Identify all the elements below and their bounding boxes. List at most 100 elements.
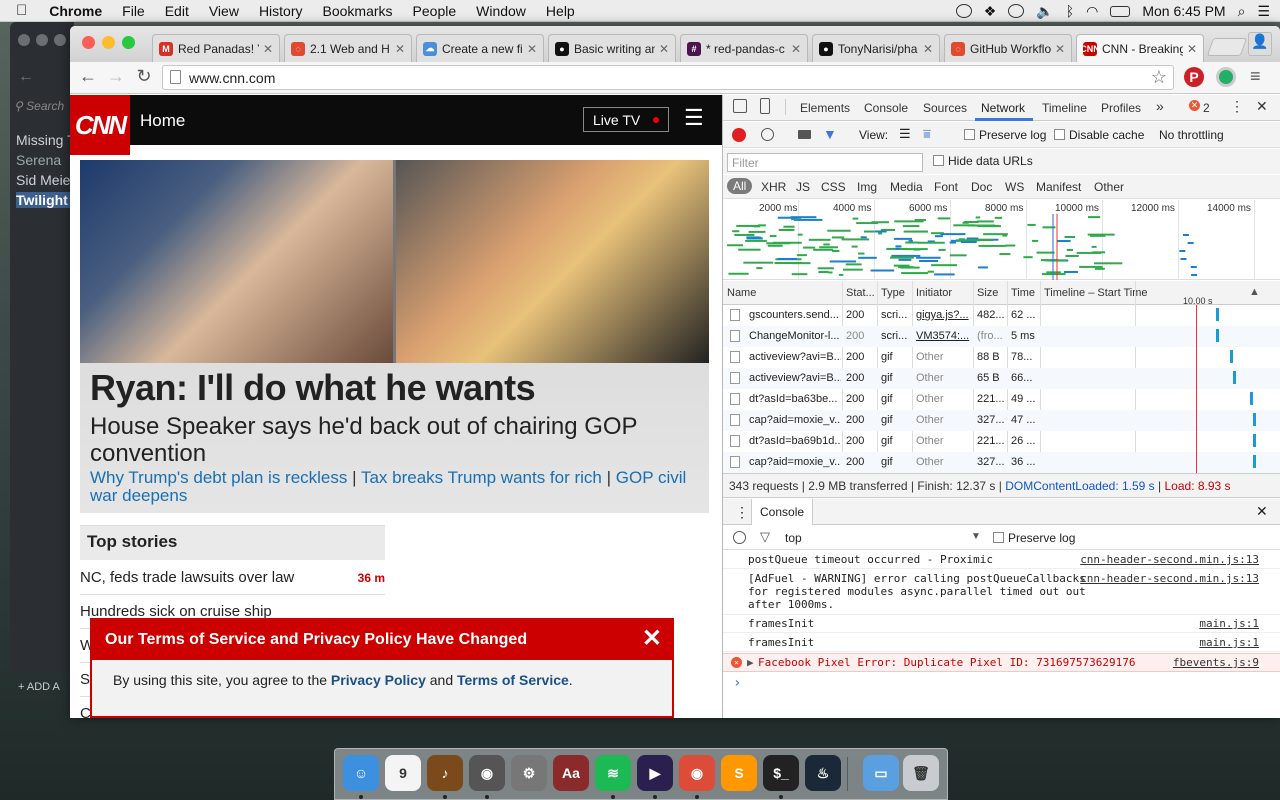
close-tab-icon[interactable]: ✕	[1187, 42, 1197, 56]
browser-tab[interactable]: # * red-pandas-c ✕	[680, 34, 808, 62]
tab-network[interactable]: Network	[981, 101, 1025, 115]
bg-list-item-selected[interactable]: Twilight S	[16, 192, 74, 208]
tab-console-drawer[interactable]: Console	[751, 499, 814, 525]
menu-bookmarks[interactable]: Bookmarks	[313, 3, 403, 19]
tab-sources[interactable]: Sources	[923, 101, 967, 115]
forward-button[interactable]: →	[104, 66, 128, 87]
close-tab-icon[interactable]: ✕	[263, 42, 273, 56]
reload-button[interactable]: ↻	[132, 66, 156, 87]
console-message[interactable]: framesInit main.js:1	[723, 615, 1280, 633]
tab-profiles[interactable]: Profiles	[1101, 101, 1141, 115]
menu-history[interactable]: History	[249, 3, 313, 19]
disk-utility-icon[interactable]: ◉	[469, 755, 505, 791]
profile-icon[interactable]: 👤	[1248, 32, 1272, 56]
context-selector[interactable]: top	[785, 531, 802, 545]
source-link[interactable]: main.js:1	[1199, 636, 1259, 649]
time-machine-icon[interactable]	[1008, 4, 1025, 18]
section-title[interactable]: Home	[140, 111, 185, 131]
wifi-icon[interactable]: ◠	[1086, 3, 1098, 20]
back-button[interactable]: ←	[76, 66, 100, 87]
close-devtools-icon[interactable]: ✕	[1256, 98, 1268, 115]
browser-tab[interactable]: M Red Panadas! Y ✕	[152, 34, 280, 62]
extension-icon[interactable]	[1216, 67, 1236, 87]
large-rows-icon[interactable]: ☰	[899, 126, 911, 142]
downloads-folder-icon[interactable]: ▭	[863, 755, 899, 791]
apple-menu-icon[interactable]: 	[0, 2, 39, 19]
menu-people[interactable]: People	[403, 3, 467, 19]
close-window-button[interactable]	[82, 36, 95, 49]
console-filter-icon[interactable]: ▽	[760, 529, 770, 545]
tab-timeline[interactable]: Timeline	[1042, 101, 1087, 115]
spotify-icon[interactable]: ≋	[595, 755, 631, 791]
back-arrow-icon[interactable]: ←	[18, 68, 34, 86]
close-tab-icon[interactable]: ✕	[527, 42, 537, 56]
privacy-policy-link[interactable]: Privacy Policy	[331, 672, 426, 688]
live-tv-button[interactable]: Live TV	[583, 107, 669, 132]
tab-console[interactable]: Console	[864, 101, 908, 115]
bg-list-item[interactable]: Sid Meier	[16, 172, 74, 188]
col-initiator[interactable]: Initiator	[916, 287, 952, 299]
bookmark-star-icon[interactable]: ☆	[1151, 67, 1167, 88]
close-icon[interactable]: ✕	[642, 626, 662, 652]
console-prompt[interactable]: ›	[733, 675, 741, 691]
browser-tab[interactable]: CNN CNN - Breaking ✕	[1076, 34, 1204, 63]
notification-center-icon[interactable]: ☰	[1257, 3, 1270, 20]
network-overview[interactable]: 2000 ms 4000 ms 6000 ms 8000 ms 10000 ms…	[723, 200, 1280, 280]
record-icon[interactable]	[732, 128, 746, 142]
type-filter-js[interactable]: JS	[796, 180, 810, 194]
bg-list-item[interactable]: Missing T	[16, 132, 74, 148]
chrome-menu-icon[interactable]: ≡	[1250, 66, 1261, 87]
sort-ascending-icon[interactable]: ▲	[1249, 286, 1260, 298]
cell-initiator[interactable]: VM3574:...	[916, 330, 971, 342]
menu-file[interactable]: File	[112, 3, 155, 19]
col-size[interactable]: Size	[977, 287, 998, 299]
clear-console-icon[interactable]	[733, 531, 746, 544]
menu-edit[interactable]: Edit	[155, 3, 199, 19]
console-error-message[interactable]: ✕ ▶ Facebook Pixel Error: Duplicate Pixel …	[723, 653, 1280, 672]
close-tab-icon[interactable]: ✕	[791, 42, 801, 56]
zoom-window-button[interactable]	[122, 36, 135, 49]
type-filter-css[interactable]: CSS	[821, 180, 846, 194]
col-status[interactable]: Stat...	[846, 287, 875, 299]
menu-view[interactable]: View	[199, 3, 249, 19]
drawer-menu-icon[interactable]: ⋮	[735, 504, 749, 521]
overview-icon[interactable]: ⩸	[923, 126, 931, 142]
dropbox-icon[interactable]: ❖	[984, 3, 997, 20]
related-link[interactable]: Tax breaks Trump wants for rich	[361, 468, 602, 487]
console-message[interactable]: [AdFuel - WARNING] error calling postQue…	[723, 570, 1280, 615]
subheadline[interactable]: House Speaker says he'd back out of chai…	[90, 413, 690, 467]
inspect-element-icon[interactable]	[733, 99, 747, 113]
console-preserve-log-checkbox[interactable]	[993, 532, 1004, 543]
filter-icon[interactable]: ▼	[823, 126, 837, 142]
menu-window[interactable]: Window	[466, 3, 536, 19]
browser-tab[interactable]: ● TonyNarisi/pha ✕	[812, 34, 940, 62]
devtools-menu-icon[interactable]: ⋮	[1230, 98, 1244, 115]
menu-help[interactable]: Help	[536, 3, 585, 19]
add-button[interactable]: + ADD A	[18, 681, 60, 693]
hamburger-menu-icon[interactable]: ☰	[684, 107, 704, 129]
error-count[interactable]: 2	[1203, 101, 1210, 115]
chevron-down-icon[interactable]: ▼	[971, 531, 981, 542]
search-field[interactable]: ⚲ Search	[14, 99, 74, 121]
tab-elements[interactable]: Elements	[800, 101, 850, 115]
dictionary-icon[interactable]: Aa	[553, 755, 589, 791]
spotlight-search-icon[interactable]: ⌕	[1238, 3, 1246, 20]
terms-of-service-link[interactable]: Terms of Service	[457, 672, 569, 688]
type-filter-media[interactable]: Media	[890, 180, 923, 194]
browser-tab[interactable]: ◌ GitHub Workflo ✕	[944, 34, 1072, 62]
source-link[interactable]: fbevents.js:9	[1173, 656, 1259, 669]
volume-icon[interactable]: 🔈	[1036, 3, 1053, 20]
console-message[interactable]: postQueue timeout occurred - Proximic cnn…	[723, 551, 1280, 569]
related-link[interactable]: Why Trump's debt plan is reckless	[90, 468, 347, 487]
address-bar[interactable]: www.cnn.com ☆	[162, 65, 1174, 90]
type-filter-manifest[interactable]: Manifest	[1036, 180, 1081, 194]
pinterest-extension-icon[interactable]: P	[1184, 67, 1204, 87]
capture-screenshots-icon[interactable]	[798, 130, 811, 139]
headline[interactable]: Ryan: I'll do what he wants	[90, 367, 536, 409]
expand-arrow-icon[interactable]: ▶	[747, 656, 754, 669]
close-button[interactable]	[18, 34, 30, 46]
sublime-text-icon[interactable]: S	[721, 755, 757, 791]
disable-cache-checkbox[interactable]	[1054, 129, 1065, 140]
col-name[interactable]: Name	[727, 287, 756, 299]
close-drawer-icon[interactable]: ✕	[1256, 503, 1268, 520]
